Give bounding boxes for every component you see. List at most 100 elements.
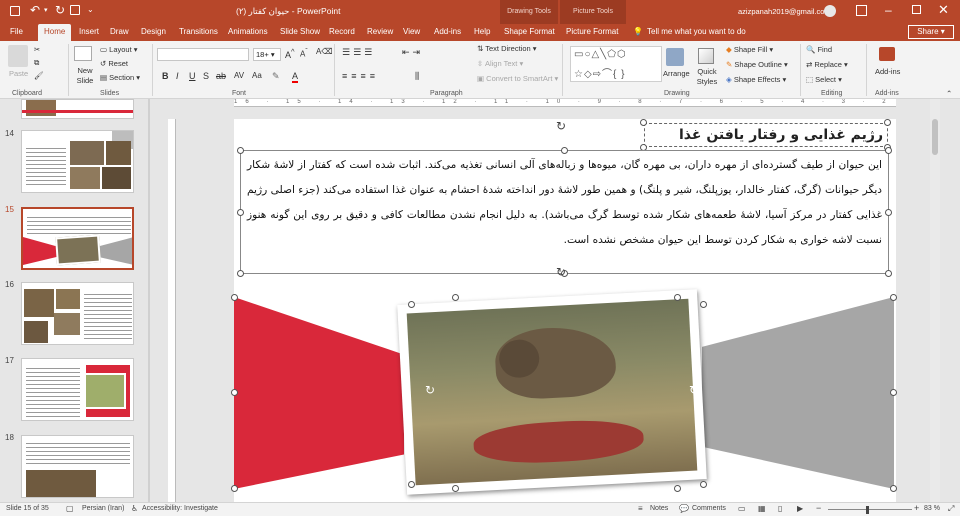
font-name-select[interactable]	[157, 48, 249, 61]
hyena-photo-frame[interactable]	[397, 289, 707, 495]
arrange-button[interactable]: Arrange	[663, 69, 690, 79]
accessibility-icon[interactable]: ♿	[131, 504, 138, 513]
indent-icon[interactable]: ⇤⇥	[402, 47, 423, 57]
resize-handle[interactable]	[408, 481, 415, 488]
avatar[interactable]	[824, 5, 836, 17]
zoom-level[interactable]: 83 %	[924, 505, 940, 512]
slide-thumbnail-16[interactable]	[21, 282, 134, 345]
tab-transitions[interactable]: Transitions	[179, 24, 218, 41]
resize-handle[interactable]	[885, 270, 892, 277]
add-ins-icon[interactable]	[879, 47, 895, 61]
decrease-font-icon[interactable]: Aˇ	[300, 47, 308, 60]
find-button[interactable]: 🔍 Find	[806, 45, 832, 55]
save-icon[interactable]	[10, 6, 20, 16]
restore-icon[interactable]	[912, 5, 921, 14]
gray-shape[interactable]	[702, 297, 894, 489]
chevron-down-icon[interactable]: ▾	[44, 6, 48, 14]
body-textbox[interactable]: این حیوان از طیف گسترده‌ای از مهره داران…	[240, 150, 889, 274]
tell-me-input[interactable]: Tell me what you want to do	[647, 24, 746, 41]
tab-slide-show[interactable]: Slide Show	[280, 24, 320, 41]
replace-button[interactable]: ⇄ Replace ▾	[806, 60, 848, 70]
slide-thumbnail[interactable]	[21, 99, 134, 119]
tab-view[interactable]: View	[403, 24, 420, 41]
resize-handle[interactable]	[237, 270, 244, 277]
accessibility-status[interactable]: Accessibility: Investigate	[142, 505, 218, 512]
normal-view-icon[interactable]: ▭	[738, 504, 746, 513]
tab-home[interactable]: Home	[38, 24, 72, 41]
quick-styles-icon[interactable]	[698, 48, 714, 64]
slideshow-view-icon[interactable]: ▶	[797, 504, 803, 513]
section-button[interactable]: ▤ Section ▾	[100, 73, 140, 83]
red-shape[interactable]	[234, 297, 404, 489]
zoom-in-icon[interactable]: +	[914, 503, 919, 513]
tab-shape-format[interactable]: Shape Format	[504, 24, 555, 41]
italic-button[interactable]: I	[176, 71, 179, 81]
align-text-button[interactable]: ⇳ Align Text ▾	[477, 59, 523, 69]
tab-design[interactable]: Design	[141, 24, 166, 41]
clear-formatting-icon[interactable]: A⌫	[316, 47, 333, 57]
highlight-icon[interactable]: ✎	[272, 71, 280, 81]
resize-handle[interactable]	[231, 294, 238, 301]
resize-handle[interactable]	[885, 209, 892, 216]
undo-icon[interactable]: ↶	[30, 3, 40, 17]
change-case-icon[interactable]: Aa	[252, 71, 262, 81]
cut-icon[interactable]: ✂	[34, 45, 40, 55]
shadow-button[interactable]: S	[203, 71, 209, 81]
quick-styles-button[interactable]: Quick Styles	[694, 67, 720, 87]
underline-button[interactable]: U	[189, 71, 196, 81]
resize-handle[interactable]	[452, 485, 459, 492]
zoom-out-icon[interactable]: −	[816, 503, 821, 513]
resize-handle[interactable]	[890, 294, 897, 301]
resize-handle[interactable]	[674, 294, 681, 301]
resize-handle[interactable]	[700, 481, 707, 488]
tab-picture-format[interactable]: Picture Format	[566, 24, 618, 41]
paste-icon[interactable]	[8, 45, 28, 67]
shape-outline-button[interactable]: ✎ Shape Outline ▾	[726, 60, 788, 70]
copy-icon[interactable]: ⧉	[34, 58, 39, 68]
select-button[interactable]: ⬚ Select ▾	[806, 75, 842, 85]
resize-handle[interactable]	[237, 147, 244, 154]
tab-add-ins[interactable]: Add-ins	[434, 24, 461, 41]
columns-icon[interactable]: ⫼	[415, 71, 419, 81]
vertical-ruler[interactable]	[168, 119, 176, 502]
add-ins-button[interactable]: Add-ins	[875, 67, 900, 77]
notes-icon[interactable]: ≡	[638, 504, 643, 513]
horizontal-ruler[interactable]: 16 · 15 · 14 · 13 · 12 · 11 · 10 · 9 · 8…	[234, 99, 896, 107]
resize-handle[interactable]	[408, 301, 415, 308]
bold-button[interactable]: B	[162, 71, 169, 81]
slide-thumbnail-14[interactable]	[21, 130, 134, 193]
title-textbox[interactable]: رژیم غذایی و رفتار یافتن غذا	[644, 123, 888, 147]
align-icons[interactable]: ≡≡≡≡	[342, 71, 379, 81]
rotate-handle-icon[interactable]: ↻	[556, 119, 566, 133]
resize-handle[interactable]	[884, 119, 891, 126]
arrange-icon[interactable]	[666, 48, 684, 66]
ribbon-display-icon[interactable]	[856, 5, 867, 16]
share-button[interactable]: Share ▾	[908, 25, 954, 39]
slide-thumbnail-17[interactable]	[21, 358, 134, 421]
tab-record[interactable]: Record	[329, 24, 355, 41]
resize-handle[interactable]	[674, 485, 681, 492]
rotate-handle-icon[interactable]: ↻	[425, 383, 435, 397]
resize-handle[interactable]	[890, 485, 897, 492]
tab-draw[interactable]: Draw	[110, 24, 129, 41]
spelling-icon[interactable]: ▢	[66, 504, 74, 513]
slide-thumbnail-15-selected[interactable]	[21, 207, 134, 270]
increase-font-icon[interactable]: A^	[285, 47, 295, 60]
tab-review[interactable]: Review	[367, 24, 393, 41]
zoom-slider[interactable]	[828, 509, 912, 510]
font-size-select[interactable]: 18+ ▾	[253, 48, 281, 61]
user-email[interactable]: azizpanah2019@gmail.com	[738, 7, 831, 16]
resize-handle[interactable]	[237, 209, 244, 216]
shape-fill-button[interactable]: ◆ Shape Fill ▾	[726, 45, 773, 55]
format-painter-icon[interactable]: 🖌	[34, 71, 44, 81]
resize-handle[interactable]	[231, 485, 238, 492]
shapes-gallery[interactable]: ▭○△╲⬠⬡ ☆◇⇨⌒{ }	[570, 46, 662, 82]
text-direction-button[interactable]: ⇅ Text Direction ▾	[477, 44, 537, 54]
customize-qat-icon[interactable]: ⌄	[87, 5, 94, 14]
paste-button[interactable]: Paste	[9, 69, 28, 79]
reading-view-icon[interactable]: ▯	[778, 504, 782, 513]
start-slideshow-icon[interactable]	[70, 5, 80, 15]
bullets-icon[interactable]: ☰☰☰	[342, 47, 375, 57]
close-icon[interactable]: ✕	[938, 2, 949, 18]
slide-sorter-icon[interactable]: ▦	[758, 504, 766, 513]
